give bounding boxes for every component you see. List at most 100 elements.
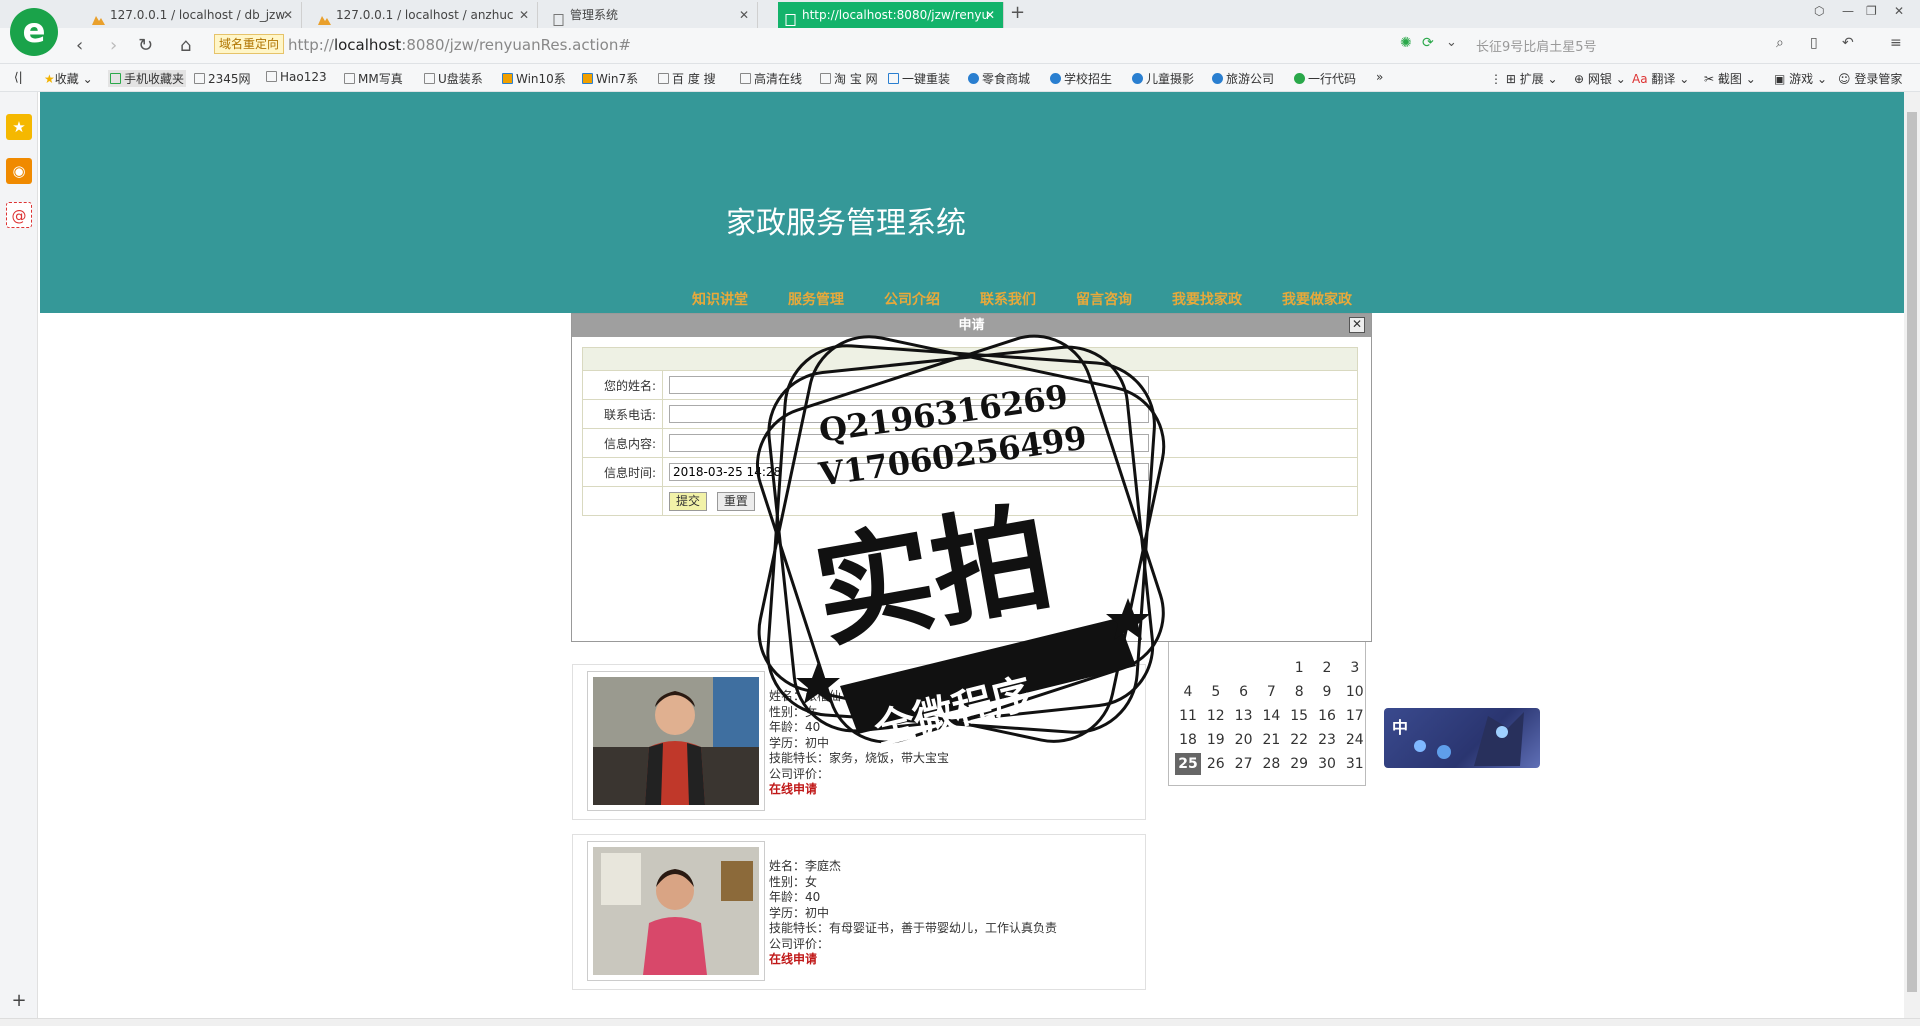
chevron-down-icon[interactable]: ⌄ <box>1446 35 1457 50</box>
bookmark-item[interactable]: Hao123 <box>266 70 327 84</box>
bookmark-item[interactable]: 高清在线 <box>740 70 802 87</box>
calendar-day[interactable]: 3 <box>1342 657 1368 679</box>
calendar-day[interactable]: 12 <box>1203 705 1229 727</box>
calendar-day[interactable]: 15 <box>1286 705 1312 727</box>
close-icon[interactable]: ✕ <box>283 2 293 28</box>
bookmark-item[interactable]: 2345网 <box>194 70 251 87</box>
toolbar-translate[interactable]: Aa 翻译 ⌄ <box>1632 70 1689 87</box>
calendar-day[interactable]: 23 <box>1314 729 1340 751</box>
calendar-day[interactable]: 27 <box>1231 753 1257 775</box>
calendar-day[interactable]: 24 <box>1342 729 1368 751</box>
url-field[interactable]: http://localhost:8080/jzw/renyuanRes.act… <box>288 36 631 54</box>
menu-knowledge[interactable]: 知识讲堂 <box>692 289 748 309</box>
bookmark-item[interactable]: 手机收藏夹 <box>108 70 187 87</box>
calendar-day[interactable]: 19 <box>1203 729 1229 751</box>
menu-become-housekeeper[interactable]: 我要做家政 <box>1282 289 1352 309</box>
scrollbar-thumb[interactable] <box>1907 112 1917 992</box>
more-bookmarks-icon[interactable]: » <box>1376 70 1383 84</box>
browser-logo-icon[interactable]: e <box>10 8 58 56</box>
calendar-day[interactable]: 13 <box>1231 705 1257 727</box>
page-scrollbar[interactable] <box>1904 92 1920 1018</box>
tab-renyuan-active[interactable]: http://localhost:8080/jzw/renyu ✕ <box>778 2 1004 28</box>
calendar-day[interactable]: 20 <box>1231 729 1257 751</box>
calendar-day[interactable]: 16 <box>1314 705 1340 727</box>
toolbar-screenshot[interactable]: ✂ 截图 ⌄ <box>1704 70 1756 87</box>
submit-button[interactable]: 提交 <box>669 491 708 511</box>
calendar-day[interactable]: 1 <box>1286 657 1312 679</box>
bookmark-item[interactable]: 儿童摄影 <box>1132 70 1194 87</box>
redirect-badge[interactable]: 域名重定向 <box>214 34 285 54</box>
undo-icon[interactable]: ↶ <box>1842 35 1854 51</box>
close-icon[interactable]: ✕ <box>519 2 529 28</box>
calendar-day[interactable]: 9 <box>1314 681 1340 703</box>
menu-icon[interactable]: ≡ <box>1890 35 1902 51</box>
calendar-day[interactable]: 17 <box>1342 705 1368 727</box>
weibo-icon[interactable]: ◉ <box>6 158 32 184</box>
toolbar-games[interactable]: ▣ 游戏 ⌄ <box>1774 70 1827 87</box>
tab-db-jzw[interactable]: 127.0.0.1 / localhost / db_jzw ✕ <box>86 2 302 28</box>
search-icon[interactable]: ⌕ <box>1776 35 1784 51</box>
calendar-day[interactable]: 21 <box>1258 729 1284 751</box>
calendar-day[interactable]: 26 <box>1203 753 1229 775</box>
close-icon[interactable]: ✕ <box>1349 317 1365 333</box>
skin-icon[interactable]: ⬡ <box>1814 4 1824 18</box>
name-input[interactable] <box>669 376 1149 394</box>
bookmark-item[interactable]: 一键重装 <box>888 70 950 87</box>
bookmark-icon[interactable]: ▯ <box>1810 35 1818 51</box>
calendar-day[interactable]: 4 <box>1175 681 1201 703</box>
back-icon[interactable]: ‹ <box>76 35 83 56</box>
bookmark-item[interactable]: Win10系 <box>502 70 566 87</box>
menu-company[interactable]: 公司介绍 <box>884 289 940 309</box>
bookmark-item[interactable]: ★收藏 ⌄ <box>44 70 93 87</box>
toolbar-login[interactable]: ☺ 登录管家 <box>1838 70 1902 87</box>
calendar-day-today[interactable]: 25 <box>1175 753 1201 775</box>
time-input[interactable] <box>669 463 1149 481</box>
calendar-day[interactable]: 30 <box>1314 753 1340 775</box>
apply-online-link[interactable]: 在线申请 <box>769 782 949 798</box>
close-window-button[interactable]: ✕ <box>1894 4 1904 18</box>
bookmark-item[interactable]: 学校招生 <box>1050 70 1112 87</box>
close-icon[interactable]: ✕ <box>739 2 749 28</box>
menu-service[interactable]: 服务管理 <box>788 289 844 309</box>
calendar-day[interactable]: 28 <box>1258 753 1284 775</box>
calendar-day[interactable]: 2 <box>1314 657 1340 679</box>
calendar-day[interactable]: 7 <box>1258 681 1284 703</box>
bookmark-item[interactable]: U盘装系 <box>424 70 483 87</box>
speed-icon[interactable]: ✺ <box>1400 35 1412 51</box>
calendar-day[interactable]: 18 <box>1175 729 1201 751</box>
menu-contact[interactable]: 联系我们 <box>980 289 1036 309</box>
calendar-day[interactable]: 11 <box>1175 705 1201 727</box>
new-tab-button[interactable]: + <box>1010 2 1025 23</box>
bookmark-item[interactable]: 百 度 搜 <box>658 70 716 87</box>
minimize-button[interactable]: — <box>1842 4 1854 18</box>
calendar-day[interactable]: 8 <box>1286 681 1312 703</box>
bookmark-item[interactable]: Win7系 <box>582 70 638 87</box>
content-input[interactable] <box>669 434 1149 452</box>
phone-input[interactable] <box>669 405 1149 423</box>
calendar-day[interactable]: 31 <box>1342 753 1368 775</box>
calendar-day[interactable]: 5 <box>1203 681 1229 703</box>
bookmark-item[interactable]: 零食商城 <box>968 70 1030 87</box>
bookmark-item[interactable]: 旅游公司 <box>1212 70 1274 87</box>
close-icon[interactable]: ✕ <box>985 2 995 28</box>
refresh-icon[interactable]: ↻ <box>138 35 153 56</box>
calendar-day[interactable]: 22 <box>1286 729 1312 751</box>
apply-online-link[interactable]: 在线申请 <box>769 952 1057 968</box>
reset-button[interactable]: 重置 <box>716 491 755 511</box>
search-input[interactable]: 长征9号比肩土星5号 <box>1476 36 1597 55</box>
restore-button[interactable]: ❐ <box>1866 4 1877 18</box>
toolbar-bank[interactable]: ⊕ 网银 ⌄ <box>1574 70 1626 87</box>
email-icon[interactable]: @ <box>6 202 32 228</box>
add-icon[interactable]: + <box>6 988 32 1014</box>
bookmark-item[interactable]: 淘 宝 网 <box>820 70 878 87</box>
tab-anzhuc[interactable]: 127.0.0.1 / localhost / anzhuc ✕ <box>312 2 538 28</box>
bookmark-item[interactable]: MM写真 <box>344 70 403 87</box>
security-icon[interactable]: ⟳ <box>1422 35 1434 51</box>
game-ad-banner[interactable]: 中 <box>1384 708 1540 768</box>
calendar-day[interactable]: 29 <box>1286 753 1312 775</box>
menu-message[interactable]: 留言咨询 <box>1076 289 1132 309</box>
calendar-day[interactable]: 6 <box>1231 681 1257 703</box>
bookmark-item[interactable]: 一行代码 <box>1294 70 1356 87</box>
home-icon[interactable]: ⌂ <box>180 35 191 56</box>
forward-icon[interactable]: › <box>110 35 117 56</box>
